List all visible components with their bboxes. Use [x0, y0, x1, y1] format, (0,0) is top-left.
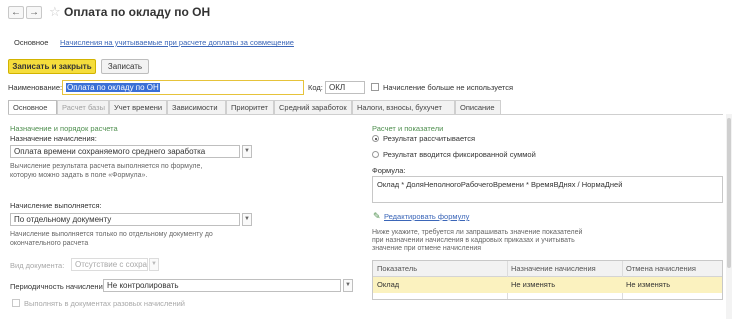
- forward-button[interactable]: →: [26, 6, 42, 19]
- code-input[interactable]: ОКЛ: [325, 81, 365, 94]
- doc-type-label: Вид документа:: [10, 261, 65, 270]
- radio-result-fixed[interactable]: [372, 151, 379, 158]
- indicators-note-line1: Ниже укажите, требуется ли запрашивать з…: [372, 229, 583, 236]
- name-input-value: Оплата по окладу по ОН: [66, 83, 160, 92]
- tabs-divider: [8, 114, 723, 115]
- tab-base-calc[interactable]: Расчет базы: [57, 100, 109, 114]
- tab-priority[interactable]: Приоритет: [226, 100, 274, 114]
- periodicity-dropdown-icon[interactable]: ▼: [343, 279, 353, 292]
- purpose-note-line1: Вычисление результата расчета выполняетс…: [10, 163, 203, 170]
- name-input[interactable]: Оплата по окладу по ОН: [62, 80, 304, 95]
- tab-time-accounting[interactable]: Учет времени: [109, 100, 167, 114]
- purpose-select[interactable]: Оплата времени сохраняемого среднего зар…: [10, 145, 240, 158]
- purpose-select-value: Оплата времени сохраняемого среднего зар…: [14, 147, 206, 156]
- favorite-star-icon[interactable]: ☆: [49, 4, 61, 20]
- calc-section-title: Расчет и показатели: [372, 124, 444, 133]
- code-label: Код:: [308, 83, 323, 92]
- executed-select-value: По отдельному документу: [14, 215, 112, 224]
- batch-checkbox[interactable]: [12, 299, 20, 307]
- purpose-dropdown-icon[interactable]: ▼: [242, 145, 252, 158]
- radio-result-calculated[interactable]: [372, 135, 379, 142]
- table-cell-assign[interactable]: Не изменять: [511, 278, 555, 292]
- name-label: Наименование:: [8, 83, 63, 92]
- not-used-label: Начисление больше не используется: [383, 83, 514, 92]
- tab-main[interactable]: Основное: [8, 100, 57, 115]
- tab-description[interactable]: Описание: [455, 100, 501, 114]
- formula-textarea[interactable]: Оклад * ДоляНеполногоРабочегоВремени * В…: [372, 176, 723, 203]
- code-input-value: ОКЛ: [329, 83, 346, 92]
- tab-dependencies[interactable]: Зависимости: [167, 100, 226, 114]
- radio-result-calculated-label: Результат рассчитывается: [383, 134, 476, 143]
- tab-taxes[interactable]: Налоги, взносы, бухучет: [352, 100, 455, 114]
- doc-type-select-value: Отсутствие с сохранением: [75, 260, 147, 269]
- accruals-link[interactable]: Начисления на учитываемые при расчете до…: [60, 38, 294, 47]
- purpose-note-line2: которую можно задать в поле «Формула».: [10, 172, 148, 179]
- batch-label: Выполнять в документах разовых начислени…: [24, 299, 185, 308]
- table-cell-indicator: Оклад: [377, 280, 400, 289]
- column-header-cancel: Отмена начисления: [626, 264, 696, 273]
- back-button[interactable]: ←: [8, 6, 24, 19]
- radio-result-fixed-label: Результат вводится фиксированной суммой: [383, 150, 536, 159]
- column-header-indicator: Показатель: [377, 264, 418, 273]
- doc-type-select[interactable]: Отсутствие с сохранением: [71, 258, 148, 271]
- save-and-close-button[interactable]: Записать и закрыть: [8, 59, 96, 74]
- not-used-checkbox[interactable]: [371, 83, 379, 91]
- periodicity-select-value: Не контролировать: [107, 281, 179, 290]
- periodicity-label: Периодичность начисления:: [10, 282, 109, 291]
- edit-formula-link[interactable]: Редактировать формулу: [384, 212, 469, 221]
- indicators-note-line2: при назначении начисления в кадровых при…: [372, 237, 575, 244]
- tab-average-earnings[interactable]: Средний заработок: [274, 100, 352, 114]
- purpose-label: Назначение начисления:: [10, 134, 97, 143]
- scrollbar-thumb[interactable]: [727, 118, 731, 268]
- table-cell-cancel[interactable]: Не изменять: [626, 278, 670, 292]
- purpose-section-title: Назначение и порядок расчета: [10, 124, 118, 133]
- executed-note-line1: Начисление выполняется только по отдельн…: [10, 231, 213, 238]
- save-button[interactable]: Записать: [101, 59, 149, 74]
- executed-note-line2: окончательного расчета: [10, 240, 89, 247]
- formula-label: Формула:: [372, 166, 406, 175]
- column-header-assign: Назначение начисления: [511, 264, 596, 273]
- executed-label: Начисление выполняется:: [10, 201, 102, 210]
- main-nav-link[interactable]: Основное: [14, 38, 48, 47]
- formula-value: Оклад * ДоляНеполногоРабочегоВремени * В…: [377, 180, 623, 189]
- page-title: Оплата по окладу по ОН: [64, 5, 211, 19]
- executed-dropdown-icon[interactable]: ▼: [242, 213, 252, 226]
- indicators-note-line3: значение при отмене начисления: [372, 245, 482, 252]
- doc-type-dropdown-icon[interactable]: ▼: [149, 258, 159, 271]
- periodicity-select[interactable]: Не контролировать: [103, 279, 341, 292]
- edit-pencil-icon: ✎: [373, 211, 381, 221]
- executed-select[interactable]: По отдельному документу: [10, 213, 240, 226]
